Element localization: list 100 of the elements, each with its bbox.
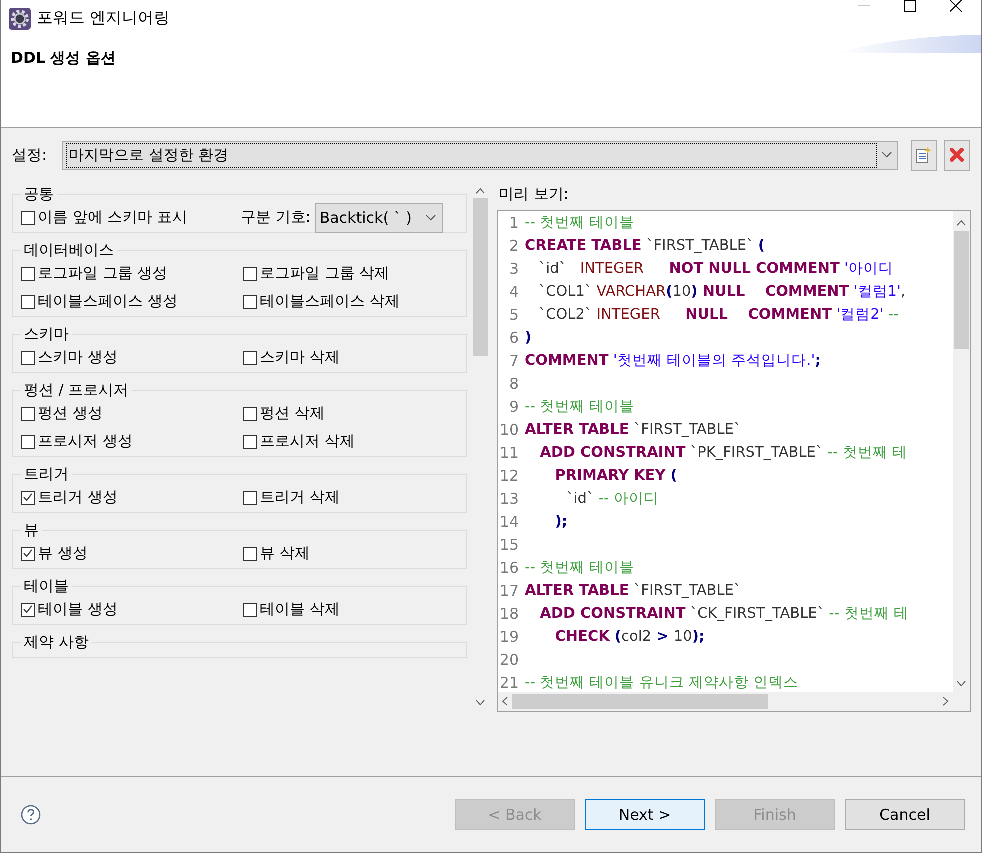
- line-number: 13: [498, 489, 520, 510]
- scrollbar-thumb[interactable]: [954, 231, 969, 349]
- delete-icon: [950, 148, 964, 162]
- group-title: 테이블: [23, 577, 70, 596]
- line-number: 1: [508, 213, 520, 234]
- code-line: );: [554, 513, 568, 532]
- code-line: `id` INTEGER NOT NULL COMMENT '아이디: [538, 260, 894, 279]
- gear-icon: [9, 8, 31, 30]
- code-line: -- 첫번째 테이블: [525, 214, 635, 233]
- checkbox[interactable]: [243, 434, 257, 448]
- settings-dropdown[interactable]: 마지막으로 설정한 환경: [62, 140, 898, 170]
- checkbox[interactable]: [243, 294, 257, 308]
- checkbox[interactable]: [21, 602, 35, 616]
- page-title: DDL 생성 옵션: [11, 49, 116, 69]
- code-line: `COL2` INTEGER NULL COMMENT '컬럼2' --: [538, 306, 899, 325]
- checkbox-label[interactable]: 프로시저 삭제: [260, 432, 355, 451]
- line-number: 5: [508, 305, 520, 326]
- group-title: 뷰: [23, 521, 40, 540]
- line-number: 16: [498, 558, 520, 579]
- code-line: ALTER TABLE `FIRST_TABLE`: [525, 582, 742, 601]
- line-number: 15: [498, 535, 520, 556]
- new-button[interactable]: [911, 140, 937, 170]
- code-line: -- 첫번째 테이블: [525, 559, 635, 578]
- checkbox[interactable]: [21, 266, 35, 280]
- code-line: CHECK (col2 > 10);: [554, 628, 705, 647]
- line-number: 20: [498, 650, 520, 671]
- check-icon: [23, 605, 33, 614]
- delimiter-dropdown[interactable]: Backtick( ` ): [314, 202, 443, 232]
- scroll-up-icon: [957, 220, 966, 226]
- line-number: 14: [498, 512, 520, 533]
- help-icon[interactable]: [21, 804, 41, 824]
- wizard-button[interactable]: Cancel: [845, 799, 965, 830]
- checkbox[interactable]: [243, 406, 257, 420]
- scrollbar-thumb[interactable]: [512, 694, 768, 709]
- checkbox[interactable]: [21, 434, 35, 448]
- checkbox-label[interactable]: 스키마 생성: [38, 348, 118, 367]
- caret-icon: [882, 152, 892, 158]
- checkbox[interactable]: [243, 602, 257, 616]
- line-number: 8: [508, 374, 520, 395]
- line-number: 21: [498, 673, 520, 692]
- scrollbar-thumb[interactable]: [473, 198, 488, 356]
- checkbox-label[interactable]: 펑션 삭제: [260, 404, 325, 423]
- check-icon: [23, 549, 33, 558]
- code-line: ALTER TABLE `FIRST_TABLE`: [525, 421, 742, 440]
- code-line: -- 첫번째 테이블 유니크 제약사항 인덱스: [525, 674, 799, 692]
- code-line: ADD CONSTRAINT `PK_FIRST_TABLE` -- 첫번째 테: [539, 444, 908, 463]
- checkbox[interactable]: [243, 490, 257, 504]
- close-button[interactable]: [950, 0, 962, 12]
- checkbox-label[interactable]: 트리거 생성: [38, 488, 118, 507]
- checkbox-label[interactable]: 테이블스페이스 생성: [38, 292, 178, 311]
- checkbox[interactable]: [21, 210, 35, 224]
- checkbox-label[interactable]: 프로시저 생성: [38, 432, 133, 451]
- group-title: 스키마: [23, 325, 70, 344]
- checkbox[interactable]: [21, 490, 35, 504]
- scroll-down-icon: [476, 700, 485, 706]
- checkbox-label[interactable]: 이름 앞에 스키마 표시: [38, 208, 188, 227]
- delete-button[interactable]: [944, 140, 970, 170]
- checkbox-label[interactable]: 뷰 생성: [38, 544, 88, 563]
- scroll-up-icon: [476, 188, 485, 194]
- checkbox[interactable]: [243, 350, 257, 364]
- checkbox-label[interactable]: 뷰 삭제: [260, 544, 310, 563]
- group-title: 제약 사항: [23, 633, 90, 652]
- group-title: 공통: [23, 185, 55, 204]
- group-title: 데이터베이스: [23, 241, 115, 260]
- checkbox[interactable]: [21, 350, 35, 364]
- window-title: 포워드 엔지니어링: [37, 8, 172, 29]
- line-number: 2: [508, 236, 520, 257]
- checkbox-label[interactable]: 트리거 삭제: [260, 488, 340, 507]
- checkbox[interactable]: [21, 294, 35, 308]
- checkbox[interactable]: [243, 266, 257, 280]
- checkbox-label[interactable]: 로그파일 그룹 삭제: [260, 264, 390, 283]
- maximize-button[interactable]: [904, 0, 916, 12]
- code-line: COMMENT '첫번째 테이블의 주석입니다.';: [525, 352, 821, 371]
- checkbox-label[interactable]: 펑션 생성: [38, 404, 103, 423]
- line-number: 19: [498, 627, 520, 648]
- checkbox[interactable]: [21, 546, 35, 560]
- line-number: 6: [508, 328, 520, 349]
- code-line: -- 첫번째 테이블: [525, 398, 635, 417]
- checkbox-label[interactable]: 테이블스페이스 삭제: [260, 292, 400, 311]
- checkbox-label[interactable]: 테이블 삭제: [260, 600, 340, 619]
- checkbox-label[interactable]: 테이블 생성: [38, 600, 118, 619]
- line-number: 3: [508, 259, 520, 280]
- code-line: PRIMARY KEY (: [554, 467, 678, 486]
- preview-label: 미리 보기:: [499, 184, 570, 205]
- checkbox[interactable]: [243, 546, 257, 560]
- line-number: 10: [498, 420, 520, 441]
- line-number: 18: [498, 604, 520, 625]
- checkbox-label[interactable]: 스키마 삭제: [260, 348, 340, 367]
- line-number: 12: [498, 466, 520, 487]
- caret-icon: [426, 214, 436, 220]
- checkbox-label[interactable]: 로그파일 그룹 생성: [38, 264, 168, 283]
- group-title: 펑션 / 프로시저: [23, 381, 130, 400]
- document-icon: [916, 146, 932, 164]
- line-number: 17: [498, 581, 520, 602]
- scroll-down-icon: [957, 681, 966, 687]
- checkbox[interactable]: [21, 406, 35, 420]
- code-line: ADD CONSTRAINT `CK_FIRST_TABLE` -- 첫번째 테: [539, 605, 909, 624]
- settings-label: 설정:: [12, 146, 48, 164]
- code-line: CREATE TABLE `FIRST_TABLE` (: [525, 237, 766, 256]
- wizard-button[interactable]: Next >: [585, 799, 705, 830]
